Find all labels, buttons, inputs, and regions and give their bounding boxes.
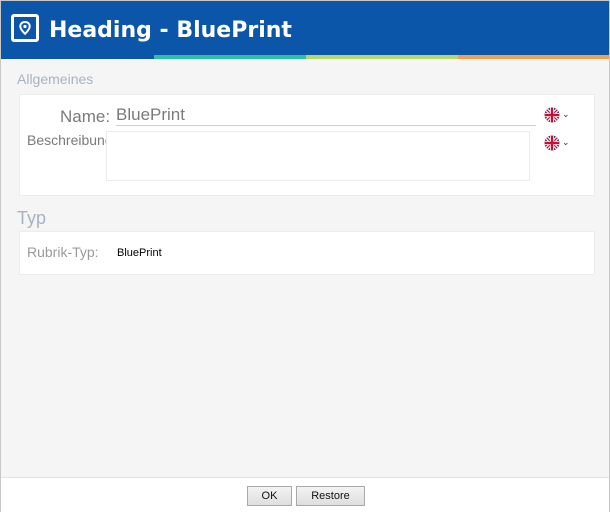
title-bar: Heading - BluePrint [1,1,609,55]
section-title-general: Allgemeines [17,71,94,87]
section-title-type: Typ [17,208,47,228]
name-language-selector[interactable]: ⌄ [544,106,574,124]
description-language-selector[interactable]: ⌄ [544,134,574,152]
accent-stripe-teal [154,55,306,59]
description-field[interactable] [106,131,530,181]
uk-flag-icon [544,135,560,151]
name-field[interactable] [116,105,536,126]
dialog-window: Heading - BluePrint Allgemeines Name: ⌄ … [0,0,610,512]
rubric-type-label: Rubrik-Typ: [27,244,99,260]
window-title: Heading - BluePrint [49,18,292,43]
uk-flag-icon [544,107,560,123]
description-label: Beschreibung: [27,132,117,148]
chevron-down-icon: ⌄ [562,110,570,120]
chevron-down-icon: ⌄ [562,138,570,148]
type-panel: Rubrik-Typ: BluePrint [19,231,595,275]
name-label: Name: [60,107,111,126]
accent-stripe-green [306,55,458,59]
rubric-type-value: BluePrint [117,247,162,259]
title-accent-stripes [1,55,609,59]
restore-button[interactable]: Restore [296,486,365,506]
dialog-footer: OK Restore [1,477,609,512]
ok-button[interactable]: OK [247,486,292,506]
general-panel: Name: ⌄ Beschreibung: [19,94,595,196]
accent-stripe-orange [458,55,609,59]
map-pin-window-icon [11,14,39,42]
